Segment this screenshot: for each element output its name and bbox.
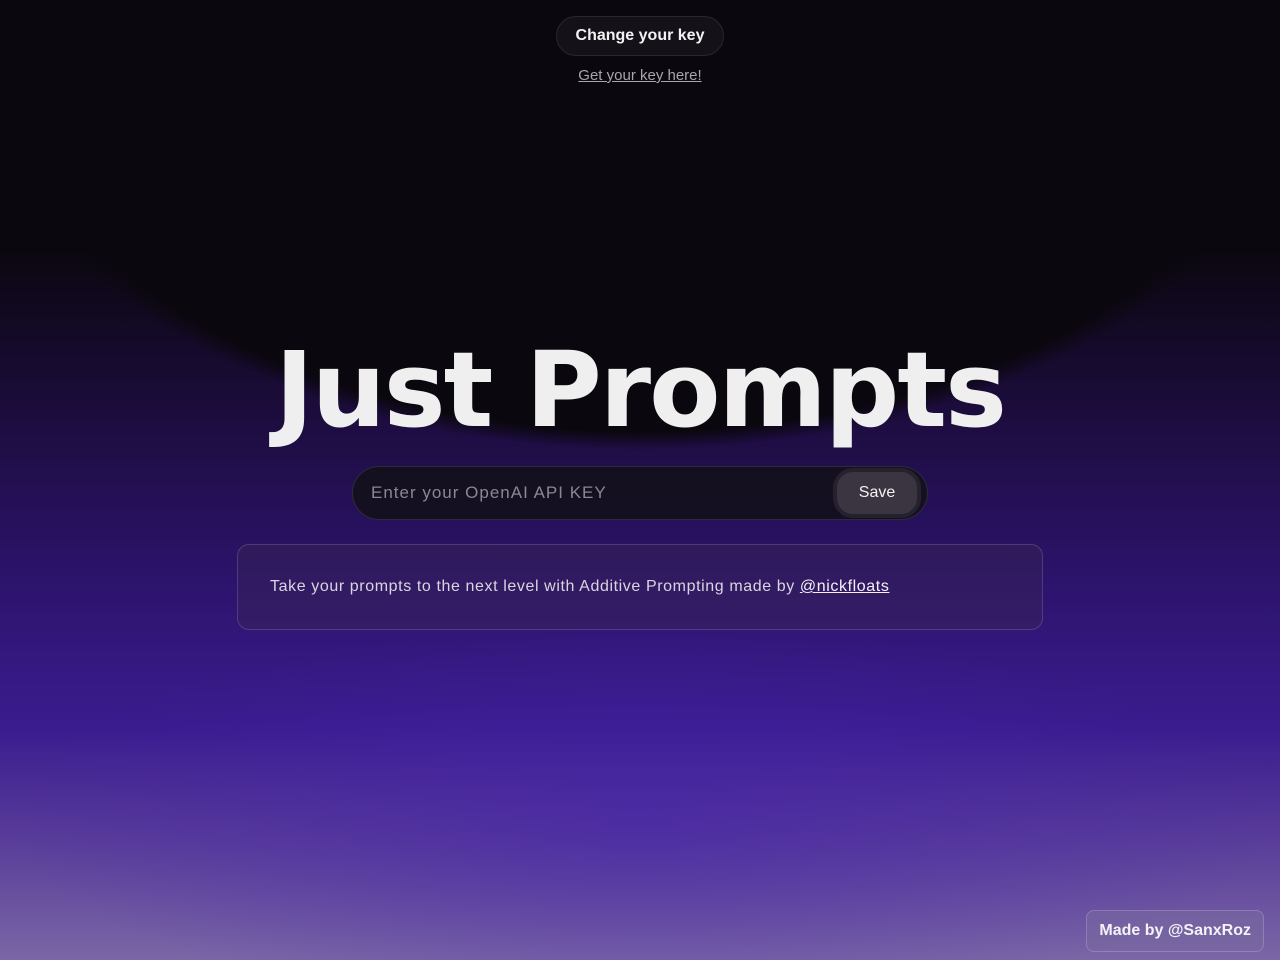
page-title: Just Prompts [275, 329, 1007, 451]
author-link[interactable]: @nickfloats [800, 578, 890, 596]
get-key-link[interactable]: Get your key here! [578, 67, 701, 84]
api-key-form: Save [352, 466, 928, 520]
change-key-button[interactable]: Change your key [555, 16, 725, 56]
api-key-input[interactable] [353, 467, 833, 519]
info-text: Take your prompts to the next level with… [270, 578, 795, 595]
key-controls: Change your key Get your key here! [0, 16, 1280, 84]
save-button[interactable]: Save [833, 468, 921, 518]
credit-badge[interactable]: Made by @SanxRoz [1086, 910, 1264, 952]
info-banner: Take your prompts to the next level with… [237, 544, 1043, 630]
